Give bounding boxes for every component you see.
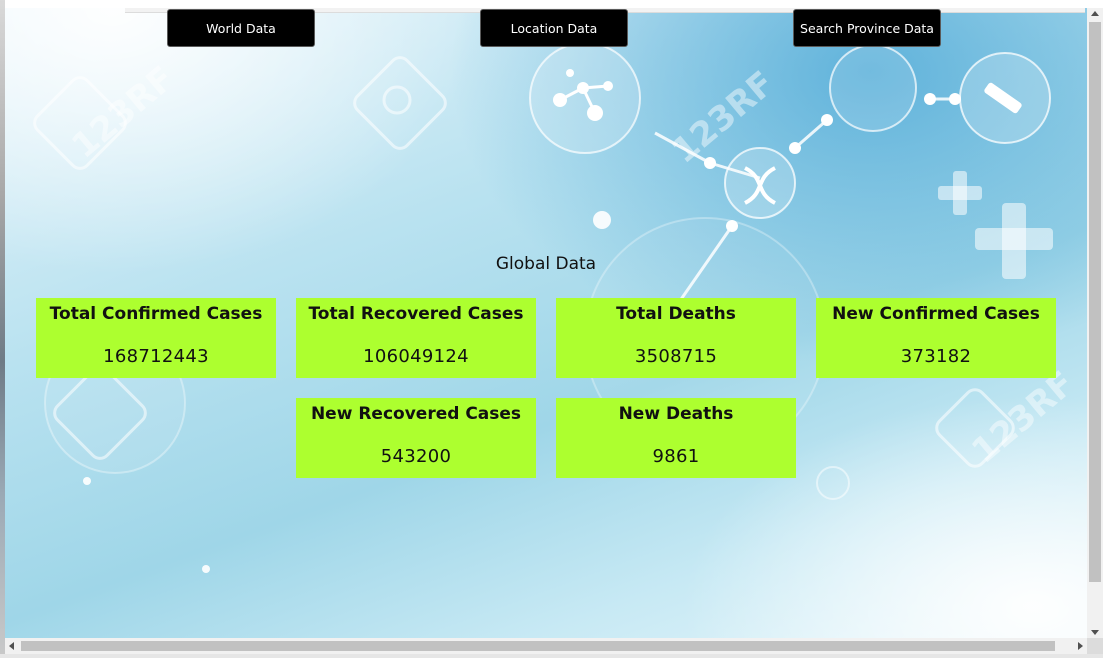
horizontal-scrollbar[interactable] xyxy=(5,638,1087,654)
card-value: 3508715 xyxy=(634,346,718,367)
vertical-scroll-thumb[interactable] xyxy=(1089,22,1101,582)
total-recovered-card: Total Recovered Cases 106049124 xyxy=(296,298,536,378)
page-body: 123RF 123RF 123RF World Data Location Da… xyxy=(5,8,1087,638)
syringe-icon xyxy=(959,52,1051,144)
svg-text:123RF: 123RF xyxy=(964,364,1082,472)
total-deaths-card: Total Deaths 3508715 xyxy=(556,298,796,378)
new-recovered-card: New Recovered Cases 543200 xyxy=(296,398,536,478)
scrollbar-corner xyxy=(1087,638,1103,654)
location-data-button[interactable]: Location Data xyxy=(480,9,628,47)
card-value: 9861 xyxy=(652,446,700,467)
total-confirmed-card: Total Confirmed Cases 168712443 xyxy=(36,298,276,378)
horizontal-scroll-thumb[interactable] xyxy=(21,641,1055,651)
card-value: 168712443 xyxy=(103,346,209,367)
card-label: Total Recovered Cases xyxy=(308,304,524,324)
scroll-right-arrow-icon[interactable] xyxy=(1078,642,1083,650)
card-label: Total Confirmed Cases xyxy=(49,304,263,324)
new-deaths-card: New Deaths 9861 xyxy=(556,398,796,478)
scroll-up-arrow-icon[interactable] xyxy=(1091,11,1099,16)
card-label: New Confirmed Cases xyxy=(832,304,1040,324)
search-province-data-button[interactable]: Search Province Data xyxy=(793,9,941,47)
svg-text:123RF: 123RF xyxy=(64,59,182,167)
molecule-icon xyxy=(529,42,641,154)
world-data-button[interactable]: World Data xyxy=(167,9,315,47)
card-label: New Deaths xyxy=(618,404,734,424)
scroll-down-arrow-icon[interactable] xyxy=(1091,630,1099,635)
card-value: 106049124 xyxy=(363,346,469,367)
scroll-left-arrow-icon[interactable] xyxy=(9,642,14,650)
card-value: 543200 xyxy=(380,446,452,467)
window-bottom-edge xyxy=(0,654,1103,658)
new-confirmed-card: New Confirmed Cases 373182 xyxy=(816,298,1056,378)
svg-text:123RF: 123RF xyxy=(664,64,782,172)
global-data-title: Global Data xyxy=(495,254,597,274)
dna-icon xyxy=(724,147,796,219)
card-label: New Recovered Cases xyxy=(310,404,522,424)
vertical-scrollbar[interactable] xyxy=(1087,8,1103,638)
card-label: Total Deaths xyxy=(616,304,736,324)
browser-viewport: 123RF 123RF 123RF World Data Location Da… xyxy=(0,0,1103,658)
card-value: 373182 xyxy=(900,346,972,367)
